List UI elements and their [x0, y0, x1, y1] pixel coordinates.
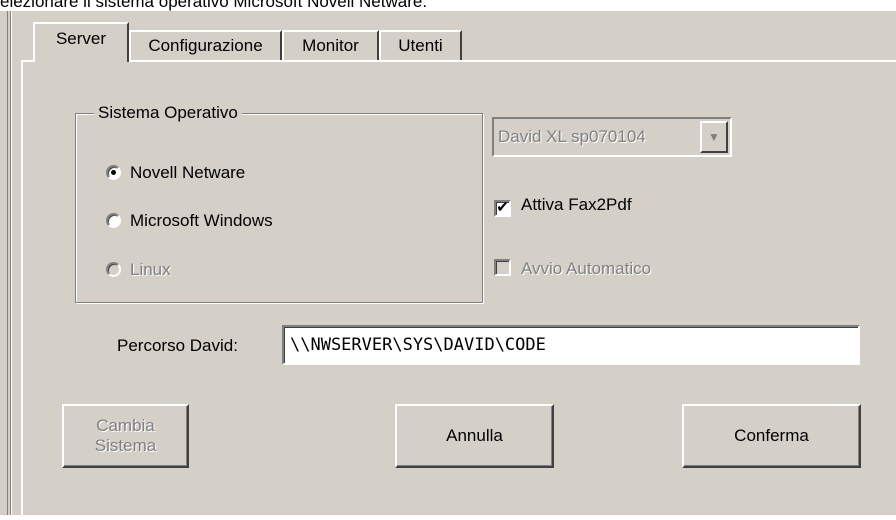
path-label: Percorso David: [117, 336, 238, 355]
radio-linux: Linux [106, 259, 171, 281]
cancel-button[interactable]: Annulla [395, 404, 554, 468]
checkbox-attiva-fax2pdf[interactable]: ✔ Attiva Fax2Pdf [494, 194, 632, 217]
checkbox-checked-icon[interactable]: ✔ [494, 200, 511, 217]
version-combobox: David XL sp070104 ▼ [492, 117, 732, 157]
radio-selected-icon[interactable] [106, 165, 121, 180]
checkbox-disabled-icon [494, 259, 511, 276]
os-groupbox-title: Sistema Operativo [94, 102, 242, 124]
radio-microsoft-windows[interactable]: Microsoft Windows [106, 210, 273, 232]
path-input[interactable] [282, 325, 860, 365]
window-border-highlight [11, 11, 12, 515]
confirm-button[interactable]: Conferma [682, 404, 861, 468]
checkbox-avvio-automatico: Avvio Automatico [494, 258, 651, 280]
chevron-down-icon: ▼ [700, 121, 728, 153]
tab-server[interactable]: Server [33, 22, 129, 62]
radio-novell-netware[interactable]: Novell Netware [106, 162, 245, 184]
change-system-button: Cambia Sistema [62, 404, 189, 468]
radio-unselected-icon[interactable] [106, 213, 121, 228]
tab-utenti[interactable]: Utenti [379, 30, 462, 60]
change-system-label: Cambia Sistema [94, 416, 157, 455]
tab-configurazione[interactable]: Configurazione [129, 30, 282, 60]
radio-disabled-icon [106, 262, 121, 277]
tab-monitor[interactable]: Monitor [282, 30, 379, 60]
window-border-line [7, 11, 8, 515]
